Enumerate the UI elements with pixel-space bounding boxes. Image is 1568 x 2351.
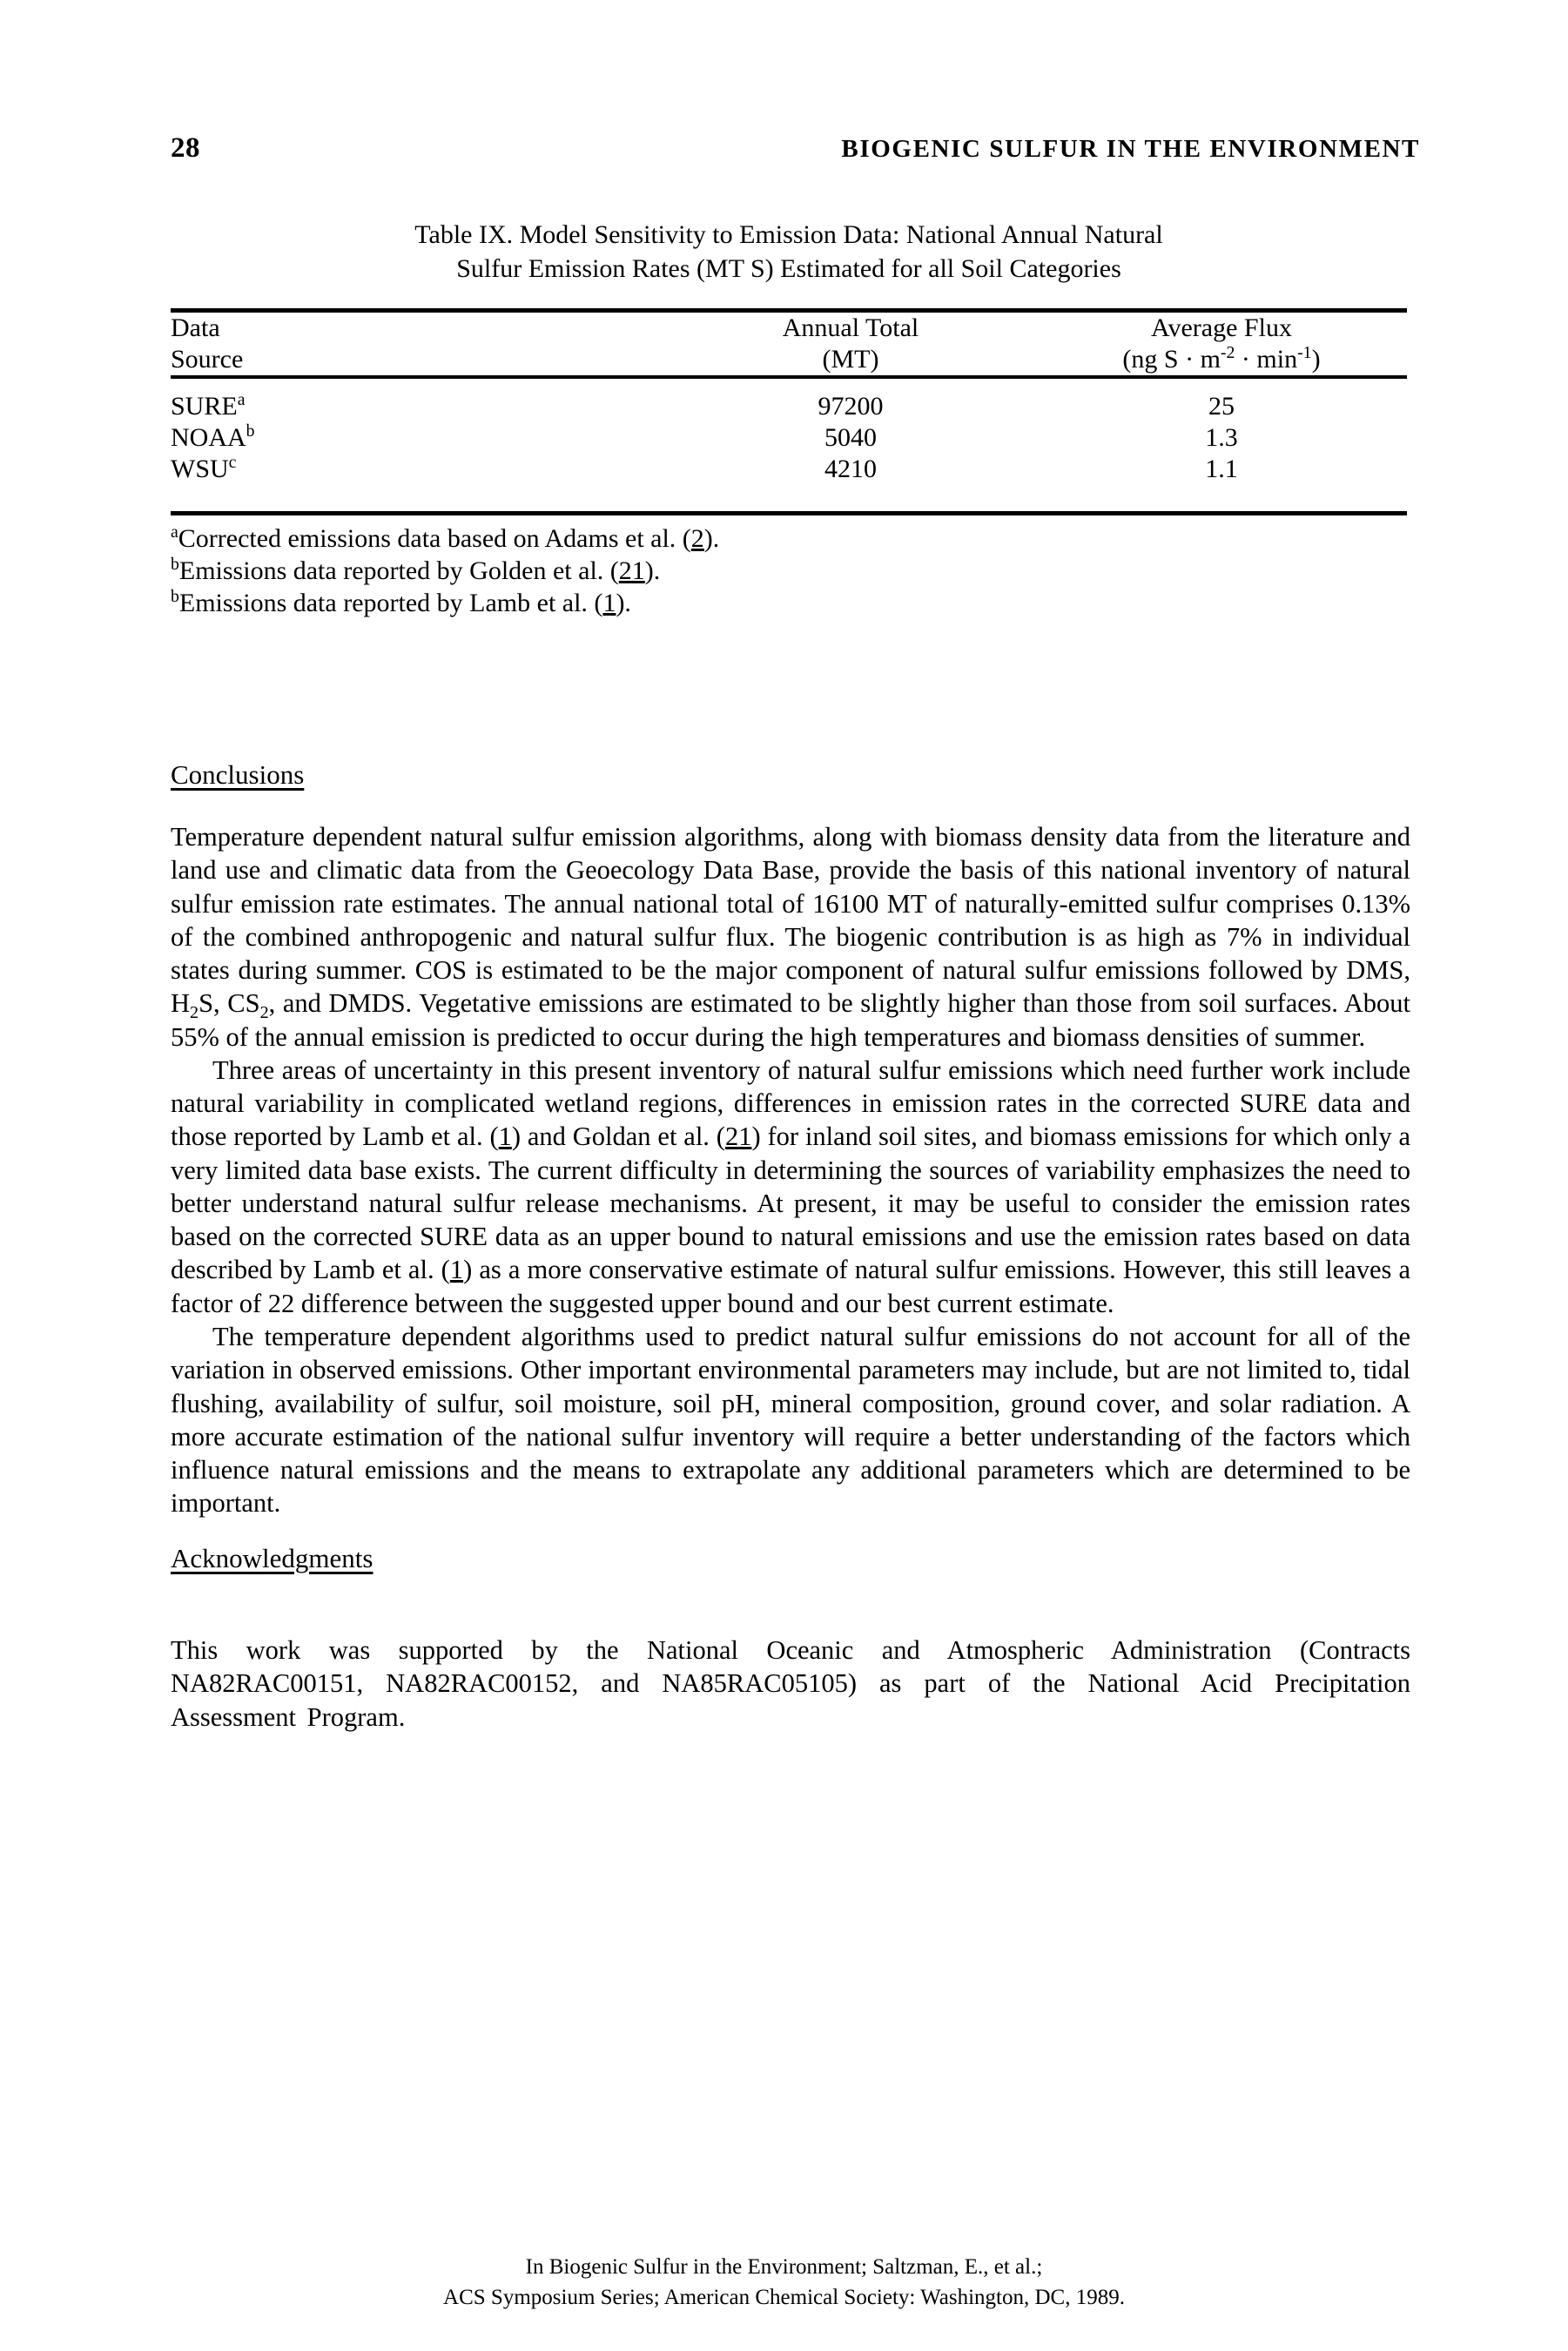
cell-source: NOAAb	[171, 422, 665, 454]
body-block: Conclusions Temperature dependent natura…	[171, 759, 1410, 1735]
footnote-marker: b	[171, 554, 179, 574]
flux-units-suffix: )	[1311, 345, 1321, 374]
emissions-table: Data Source Annual Total (MT) Average Fl…	[171, 313, 1407, 375]
flux-units-exponent-2: -1	[1297, 343, 1312, 362]
table-bottom-spacer	[171, 485, 1407, 511]
book-title: BIOGENIC SULFUR IN THE ENVIRONMENT	[841, 135, 1420, 163]
cell-average-flux: 25	[1208, 392, 1235, 421]
page-footer: In Biogenic Sulfur in the Environment; S…	[0, 2252, 1568, 2313]
footnote-text-end: ).	[644, 556, 661, 585]
acknowledgments-heading-wrap: Acknowledgments	[171, 1543, 1410, 1604]
footer-line-1: In Biogenic Sulfur in the Environment; S…	[525, 2255, 1043, 2279]
footnote-reference: 2	[690, 524, 704, 553]
citation-reference: 1	[498, 1122, 512, 1152]
table-footnote: aCorrected emissions data based on Adams…	[171, 523, 1407, 556]
column-header-average-flux: Average Flux (ng S · m-2 · min-1)	[1036, 313, 1407, 375]
cell-average-flux: 1.1	[1205, 455, 1238, 483]
footnote-text-end: ).	[616, 588, 631, 617]
column-header-source: Data Source	[171, 313, 665, 375]
table-caption: Table IX. Model Sensitivity to Emission …	[171, 218, 1407, 286]
table-block: Table IX. Model Sensitivity to Emission …	[171, 218, 1407, 620]
footer-line-2: ACS Symposium Series; American Chemical …	[443, 2286, 1125, 2309]
column-header-annual-total-line-1: Annual Total	[782, 313, 919, 342]
footnote-reference: 21	[618, 556, 645, 585]
flux-units-mid: · min	[1235, 345, 1298, 374]
paragraph-text: S, CS	[199, 988, 260, 1019]
page-number: 28	[171, 132, 200, 164]
column-header-source-line-1: Data	[171, 313, 220, 342]
source-name: WSU	[171, 455, 229, 483]
column-header-source-line-2: Source	[171, 345, 244, 374]
conclusions-paragraph-1: Temperature dependent natural sulfur emi…	[171, 820, 1410, 1054]
column-header-average-flux-line-1: Average Flux	[1151, 313, 1292, 342]
citation-reference: 21	[724, 1122, 752, 1152]
acknowledgments-heading: Acknowledgments	[171, 1542, 373, 1573]
table-footnotes: aCorrected emissions data based on Adams…	[171, 523, 1407, 620]
source-name: SURE	[171, 392, 238, 421]
subscript-2: 2	[259, 1003, 269, 1023]
citation-reference: 1	[449, 1255, 464, 1285]
footnote-text: Emissions data reported by Lamb et al. (	[178, 588, 603, 617]
cell-average-flux: 1.3	[1205, 423, 1238, 452]
footnote-marker: c	[228, 453, 237, 472]
conclusions-paragraph-3: The temperature dependent algorithms use…	[171, 1321, 1410, 1519]
table-caption-line-1: Table IX. Model Sensitivity to Emission …	[414, 220, 1163, 249]
cell-annual-total: 97200	[818, 392, 884, 421]
footnote-marker: a	[171, 522, 178, 542]
table-row: NOAAb 5040 1.3	[171, 422, 1407, 454]
cell-source: WSUc	[171, 454, 665, 485]
table-header-row: Data Source Annual Total (MT) Average Fl…	[171, 313, 1407, 375]
table-head: Data Source Annual Total (MT) Average Fl…	[171, 313, 1407, 375]
emissions-table-body: SUREa 97200 25 NOAAb 5040 1.3 WSUc 4210 …	[171, 379, 1407, 511]
paragraph-text: , and DMDS. Vegetative emissions are est…	[171, 988, 1410, 1052]
table-row: WSUc 4210 1.1	[171, 454, 1407, 485]
paragraph-text: ) and Goldan et al. (	[511, 1122, 725, 1152]
flux-units-prefix: (ng S · m	[1122, 345, 1221, 374]
footnote-marker: a	[237, 390, 246, 409]
column-header-annual-total: Annual Total (MT)	[665, 313, 1036, 375]
table-row: SUREa 97200 25	[171, 379, 1407, 422]
cell-annual-total: 4210	[824, 455, 877, 483]
conclusions-paragraph-2: Three areas of uncertainty in this prese…	[171, 1054, 1410, 1320]
table-rule-bottom	[171, 511, 1407, 515]
flux-units-exponent-1: -2	[1220, 343, 1235, 362]
footnote-text: Corrected emissions data based on Adams …	[178, 524, 691, 553]
table-caption-line-2: Sulfur Emission Rates (MT S) Estimated f…	[456, 254, 1121, 283]
table-footnote: bEmissions data reported by Golden et al…	[171, 556, 1407, 588]
footnote-marker: b	[246, 421, 255, 441]
footnote-text-end: ).	[703, 524, 720, 553]
source-name: NOAA	[171, 423, 246, 452]
subscript-2: 2	[190, 1003, 199, 1023]
cell-annual-total: 5040	[824, 423, 877, 452]
footnote-reference: 1	[602, 588, 616, 617]
footnote-text: Emissions data reported by Golden et al.…	[178, 556, 619, 585]
conclusions-heading: Conclusions	[171, 759, 305, 790]
cell-source: SUREa	[171, 379, 665, 422]
acknowledgments-paragraph: This work was supported by the National …	[171, 1634, 1410, 1733]
table-footnote: bEmissions data reported by Lamb et al. …	[171, 588, 1407, 620]
column-header-annual-total-line-2: (MT)	[822, 345, 879, 374]
column-header-average-flux-units: (ng S · m-2 · min-1)	[1036, 344, 1407, 375]
table-body: SUREa 97200 25 NOAAb 5040 1.3 WSUc 4210 …	[171, 379, 1407, 511]
footnote-marker: b	[171, 586, 179, 606]
document-page: 28 BIOGENIC SULFUR IN THE ENVIRONMENT Ta…	[0, 0, 1568, 2351]
running-head: 28 BIOGENIC SULFUR IN THE ENVIRONMENT	[171, 132, 1420, 165]
